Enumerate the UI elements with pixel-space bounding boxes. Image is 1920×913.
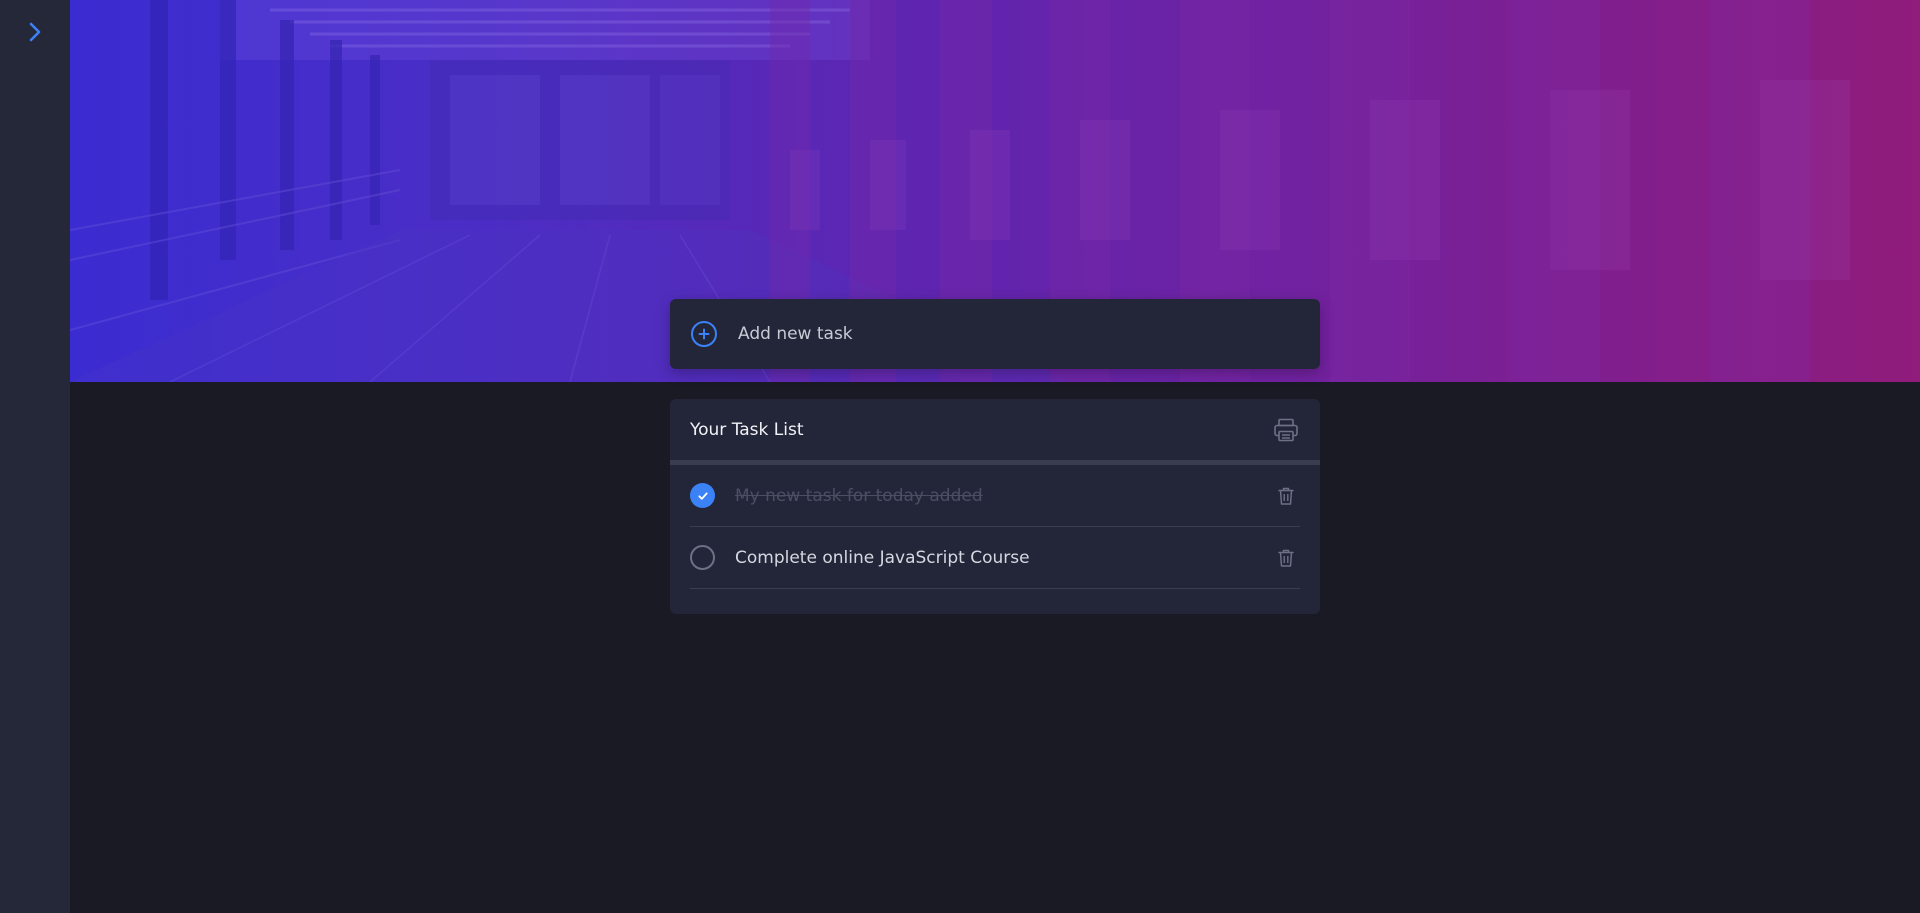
sidebar-toggle-button[interactable] [22,18,48,46]
delete-task-button[interactable] [1274,484,1298,508]
task-list-card: Your Task List My new task for today add… [670,399,1320,614]
plus-circle-icon [691,321,717,347]
add-task-button[interactable] [690,320,718,348]
task-text: Complete online JavaScript Course [735,547,1030,568]
delete-task-button[interactable] [1274,546,1298,570]
trash-icon [1278,487,1294,505]
task-row: Complete online JavaScript Course [690,527,1300,589]
task-list: My new task for today added Complete onl… [670,465,1320,589]
task-checkbox-unchecked[interactable] [690,545,715,570]
print-button[interactable] [1272,416,1300,444]
task-list-header: Your Task List [670,399,1320,465]
sidebar [0,0,70,913]
task-row: My new task for today added [690,465,1300,527]
add-task-bar [670,299,1320,369]
trash-icon [1278,549,1294,567]
check-icon [697,492,708,500]
printer-icon [1274,418,1298,441]
task-checkbox-checked[interactable] [690,483,715,508]
chevron-right-icon [29,22,41,42]
add-task-input[interactable] [738,314,1298,354]
task-text: My new task for today added [735,485,983,506]
task-list-title: Your Task List [690,419,804,440]
